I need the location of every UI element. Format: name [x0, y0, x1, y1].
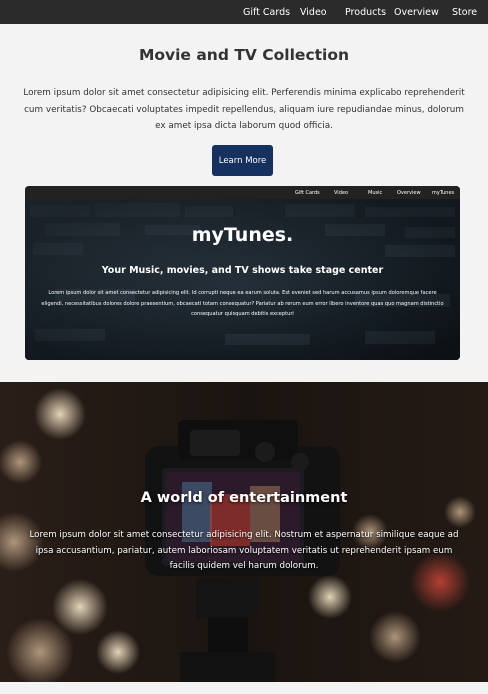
nav-link-gift-cards[interactable]: Gift Cards	[243, 0, 290, 24]
hero-title: Movie and TV Collection	[138, 46, 350, 64]
entertainment-description: Lorem ipsum dolor sit amet consectetur a…	[29, 530, 459, 571]
learn-more-button[interactable]: Learn More	[212, 145, 273, 176]
preview-title: myTunes.	[191, 224, 294, 246]
footer-strip	[0, 682, 488, 694]
nav-link-store[interactable]: Store	[452, 0, 477, 24]
hero-description: Lorem ipsum dolor sit amet consectetur a…	[23, 88, 465, 131]
nav-link-overview[interactable]: Overview	[394, 0, 439, 24]
preview-body: Lorem ipsum dolor sit amet consectetur a…	[41, 290, 444, 317]
preview-subtitle: Your Music, movies, and TV shows take st…	[101, 265, 384, 276]
hero-section: Movie and TV Collection Lorem ipsum dolo…	[0, 24, 488, 382]
mytunes-preview-image: Gift Cards Video Music Overview myTunes	[25, 186, 460, 360]
entertainment-section: A world of entertainment Lorem ipsum dol…	[0, 382, 488, 682]
preview-nav-music: Music	[368, 190, 383, 196]
preview-nav: Gift Cards Video Music Overview myTunes	[25, 186, 460, 199]
top-nav: Gift Cards Video Products Overview Store	[0, 0, 488, 24]
nav-link-products[interactable]: Products	[345, 0, 386, 24]
preview-nav-mytunes: myTunes	[432, 190, 455, 196]
nav-link-video[interactable]: Video	[300, 0, 327, 24]
entertainment-title: A world of entertainment	[140, 490, 348, 506]
preview-nav-gift-cards: Gift Cards	[295, 190, 320, 196]
preview-nav-video: Video	[334, 190, 349, 196]
preview-nav-overview: Overview	[397, 190, 421, 196]
